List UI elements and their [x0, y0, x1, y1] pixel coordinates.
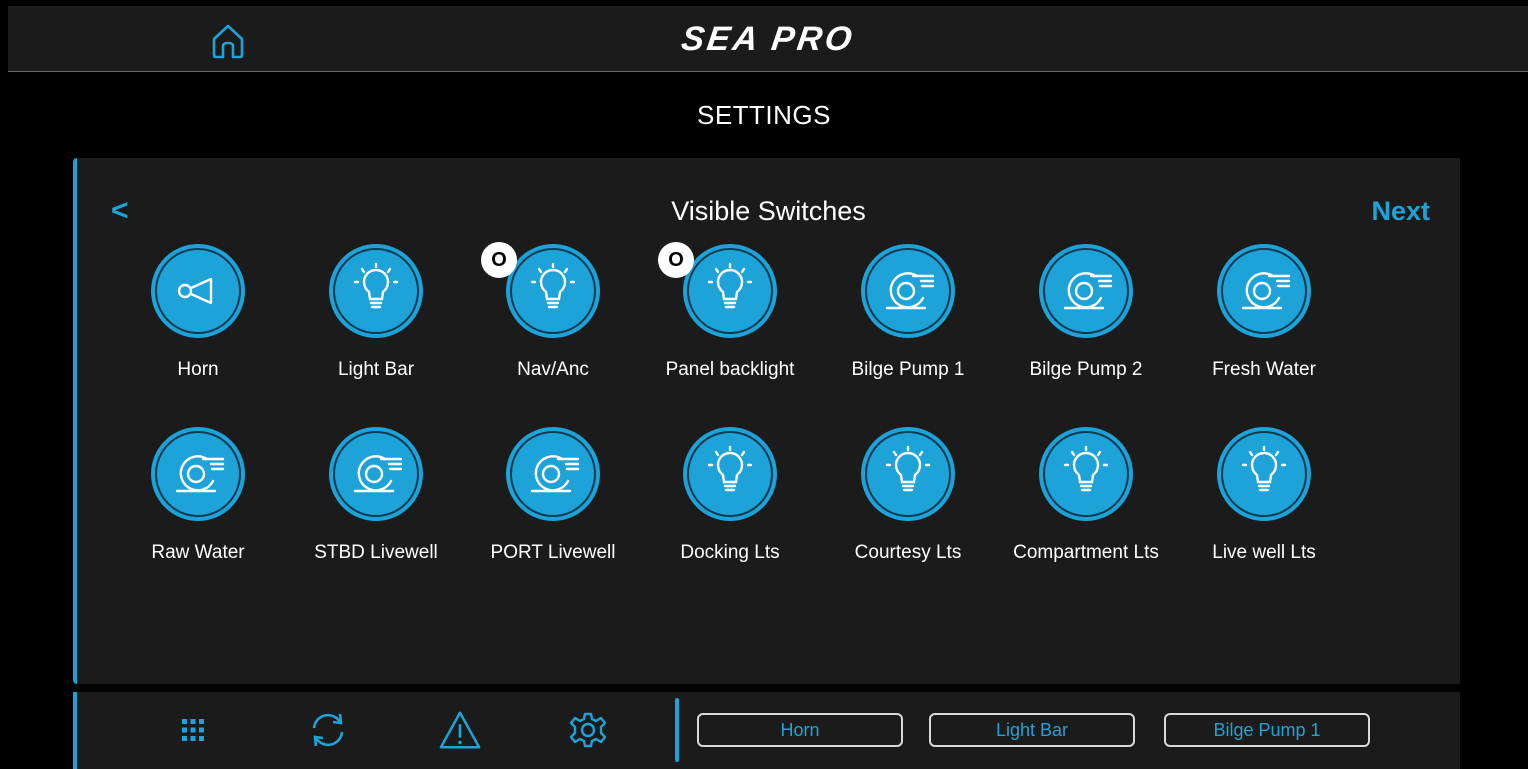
switch-button[interactable] [861, 244, 955, 338]
switch-fresh-water[interactable]: Fresh Water [1184, 244, 1344, 386]
pump-icon [522, 451, 584, 497]
switch-button[interactable] [1217, 244, 1311, 338]
bulb-icon [878, 444, 938, 504]
switch-badge: O [481, 242, 517, 278]
warning-icon [439, 711, 481, 749]
pump-icon [1233, 268, 1295, 314]
switch-label: Raw Water [151, 542, 245, 563]
bulb-icon [700, 444, 760, 504]
switch-label: PORT Livewell [490, 542, 616, 563]
grid-menu-button[interactable] [171, 708, 215, 752]
quick-switch-bilge-pump-1[interactable]: Bilge Pump 1 [1164, 713, 1370, 747]
bulb-icon [523, 261, 583, 321]
switch-label: Live well Lts [1212, 542, 1316, 563]
sync-button[interactable] [306, 708, 350, 752]
pump-icon [1055, 268, 1117, 314]
switch-button[interactable] [683, 244, 777, 338]
switch-label: Courtesy Lts [854, 542, 962, 563]
switch-label: Compartment Lts [1013, 542, 1159, 563]
pump-icon [167, 451, 229, 497]
switch-label: Nav/Anc [517, 359, 589, 380]
switch-button[interactable] [151, 427, 245, 521]
switch-panel-backlight[interactable]: Panel backlight O [650, 242, 810, 386]
switch-bilge-pump-2[interactable]: Bilge Pump 2 [1006, 244, 1166, 386]
switch-button[interactable] [329, 427, 423, 521]
screen: SEA PRO SETTINGS < Visible Switches Next… [0, 0, 1528, 769]
settings-button[interactable] [566, 708, 610, 752]
switch-label: Horn [177, 359, 219, 380]
page-title: SETTINGS [696, 100, 831, 130]
switch-light-bar[interactable]: Light Bar [296, 244, 456, 386]
pump-icon [345, 451, 407, 497]
brand-logo: SEA PRO [679, 20, 858, 58]
switch-badge: O [658, 242, 694, 278]
switch-button[interactable] [1039, 427, 1133, 521]
switch-button[interactable] [1217, 427, 1311, 521]
switch-button[interactable] [506, 244, 600, 338]
alerts-button[interactable] [438, 708, 482, 752]
switch-label: Bilge Pump 2 [1029, 359, 1143, 380]
bulb-icon [1234, 444, 1294, 504]
sync-icon [312, 713, 344, 747]
switch-docking-lts[interactable]: Docking Lts [650, 427, 810, 569]
bottom-divider [675, 698, 679, 762]
switch-compartment-lts[interactable]: Compartment Lts [1006, 427, 1166, 569]
pump-icon [877, 268, 939, 314]
bulb-icon [346, 261, 406, 321]
switch-raw-water[interactable]: Raw Water [118, 427, 278, 569]
bulb-icon [700, 261, 760, 321]
switch-bilge-pump-1[interactable]: Bilge Pump 1 [828, 244, 988, 386]
switch-label: Light Bar [337, 359, 415, 380]
switch-button[interactable] [329, 244, 423, 338]
switch-port-livewell[interactable]: PORT Livewell [473, 427, 633, 569]
switch-courtesy-lts[interactable]: Courtesy Lts [828, 427, 988, 569]
visible-switches-panel: < Visible Switches Next Horn Light Bar N… [73, 158, 1460, 684]
switch-button[interactable] [1039, 244, 1133, 338]
panel-title: Visible Switches [671, 196, 866, 226]
switch-nav-anc[interactable]: Nav/Anc O [473, 242, 633, 386]
quick-switch-horn[interactable]: Horn [697, 713, 903, 747]
switch-label: STBD Livewell [314, 542, 438, 563]
switch-label: Bilge Pump 1 [851, 359, 965, 380]
switch-live-well-lts[interactable]: Live well Lts [1184, 427, 1344, 569]
switch-horn[interactable]: Horn [118, 244, 278, 386]
gear-icon [569, 712, 607, 748]
switch-label: Docking Lts [680, 542, 780, 563]
switch-label: Fresh Water [1212, 359, 1316, 380]
switch-button[interactable] [861, 427, 955, 521]
next-button[interactable]: Next [1371, 196, 1430, 227]
bulb-icon [1056, 444, 1116, 504]
switch-button[interactable] [506, 427, 600, 521]
switch-label: Panel backlight [665, 359, 795, 380]
grid-icon [182, 719, 204, 741]
switch-button[interactable] [683, 427, 777, 521]
horn-icon [173, 271, 223, 311]
quick-switch-light-bar[interactable]: Light Bar [929, 713, 1135, 747]
header-bar: SEA PRO [8, 6, 1528, 72]
switch-stbd-livewell[interactable]: STBD Livewell [296, 427, 456, 569]
bottom-bar: Horn Light Bar Bilge Pump 1 [73, 692, 1460, 769]
switch-button[interactable] [151, 244, 245, 338]
